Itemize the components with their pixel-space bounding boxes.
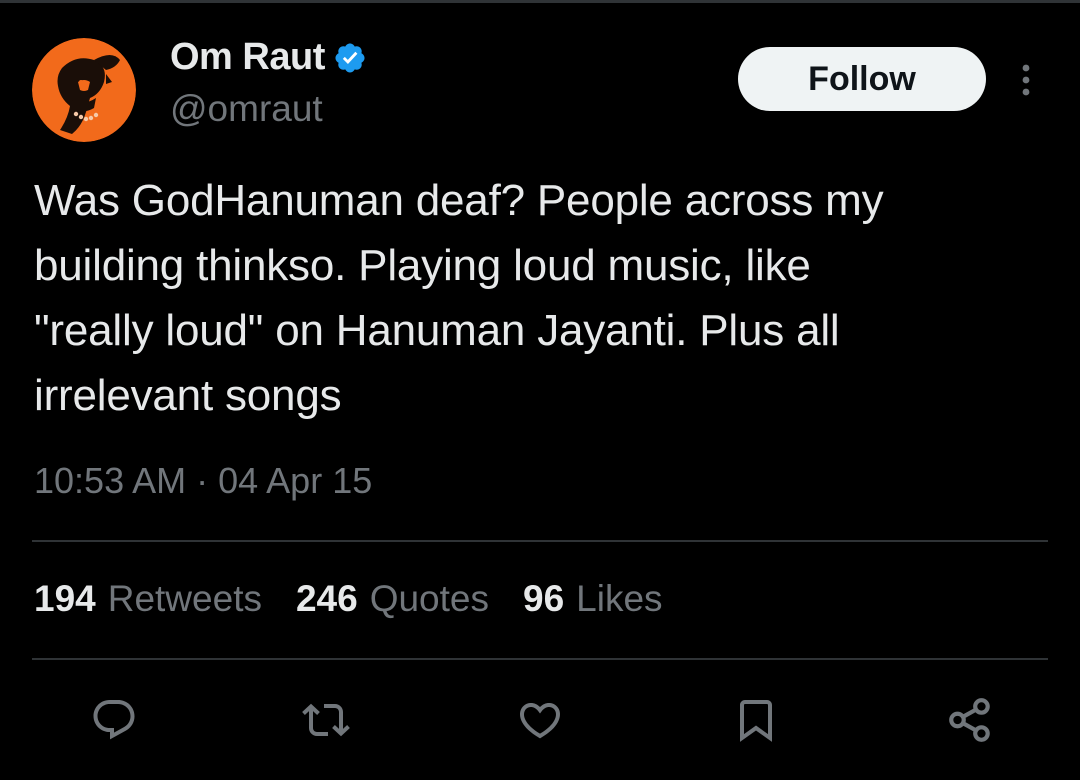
author-handle[interactable]: @omraut	[170, 88, 323, 130]
action-bar	[0, 690, 1080, 760]
likes-stat[interactable]: 96 Likes	[523, 578, 663, 620]
author-display-name[interactable]: Om Raut	[170, 36, 325, 79]
bookmark-button[interactable]	[726, 690, 786, 750]
follow-button[interactable]: Follow	[738, 47, 986, 111]
author-name-row[interactable]: Om Raut	[170, 36, 367, 79]
avatar-image	[32, 38, 136, 142]
divider-above-stats	[32, 540, 1048, 542]
retweet-icon	[302, 703, 350, 737]
more-options-icon[interactable]	[1008, 58, 1044, 102]
retweets-stat[interactable]: 194 Retweets	[34, 578, 262, 620]
retweet-button[interactable]	[296, 690, 356, 750]
quotes-count: 246	[295, 578, 358, 619]
retweets-count: 194	[34, 578, 96, 619]
meta-separator: ·	[196, 460, 209, 501]
quotes-stat[interactable]: 246 Quotes	[296, 578, 489, 620]
reply-icon	[93, 700, 135, 740]
avatar[interactable]	[32, 38, 136, 142]
verified-badge-icon	[333, 41, 367, 75]
top-divider	[0, 0, 1080, 3]
heart-icon	[519, 703, 561, 739]
share-icon	[949, 698, 990, 742]
share-button[interactable]	[940, 690, 1000, 750]
retweets-label: Retweets	[107, 578, 262, 619]
tweet-timestamp[interactable]: 10:53 AM · 04 Apr 15	[34, 460, 372, 502]
engagement-stats: 194 Retweets 246 Quotes 96 Likes	[34, 578, 697, 620]
likes-label: Likes	[576, 578, 663, 619]
tweet-time[interactable]: 10:53 AM	[34, 460, 186, 502]
reply-button[interactable]	[84, 690, 144, 750]
bookmark-icon	[740, 700, 772, 742]
like-button[interactable]	[510, 690, 570, 750]
likes-count: 96	[523, 578, 565, 619]
tweet-text: Was GodHanuman deaf? People across my bu…	[34, 176, 884, 420]
tweet-date[interactable]: 04 Apr 15	[218, 460, 372, 502]
divider-above-actions	[32, 658, 1048, 660]
quotes-label: Quotes	[369, 578, 489, 619]
